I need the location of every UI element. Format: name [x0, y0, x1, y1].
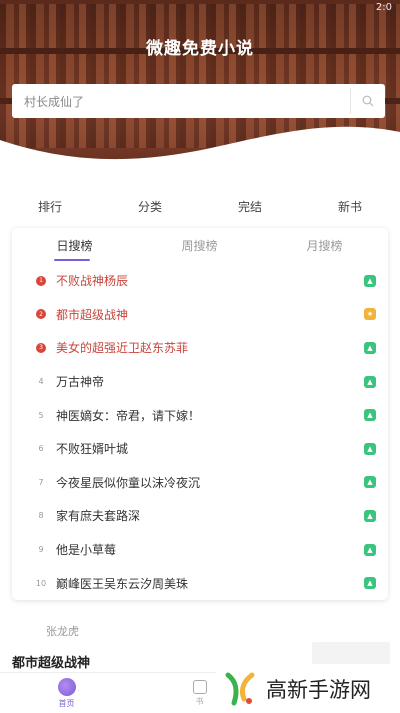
search-bar[interactable]: 村长成仙了: [12, 84, 385, 118]
book-cover-thumbnail[interactable]: [312, 642, 390, 664]
watermark-text: 高新手游网: [266, 677, 371, 702]
book-title: 家有庶夫套路深: [56, 509, 141, 524]
book-title: 神医嫡女：帝君，请下嫁！: [56, 408, 201, 423]
wave-divider: [0, 126, 400, 160]
tab-label: 日搜榜: [56, 238, 93, 253]
list-item[interactable]: 9 他是小草莓 ▲: [12, 533, 388, 567]
list-item[interactable]: 1 不败战神杨辰 ▲: [12, 264, 388, 298]
rank-number: 7: [38, 477, 44, 487]
tab-daily-search[interactable]: 日搜榜: [12, 237, 137, 261]
rank-number: 4: [38, 377, 44, 387]
book-title: 巅峰医王吴东云汐周美珠: [56, 576, 189, 591]
home-icon: [57, 677, 76, 696]
rank-number: 3: [36, 342, 46, 353]
book-title: 不败战神杨辰: [56, 274, 129, 289]
tab-monthly-search[interactable]: 月搜榜: [262, 237, 387, 254]
category-new-books[interactable]: 新书: [300, 198, 400, 215]
search-icon[interactable]: [351, 84, 385, 118]
trend-badge-icon: ▲: [364, 442, 376, 455]
list-item[interactable]: 10 巅峰医王吴东云汐周美珠 ▲: [12, 566, 388, 600]
tab-label: 月搜榜: [306, 238, 343, 253]
watermark-logo-icon: [225, 672, 255, 705]
status-bar-time: 2:0: [375, 2, 392, 13]
trend-badge-icon: ▲: [364, 341, 376, 354]
list-item[interactable]: 2 都市超级战神 ★: [12, 298, 388, 332]
book-title: 他是小草莓: [56, 543, 117, 558]
list-item[interactable]: 3 美女的超强近卫赵东苏菲 ▲: [12, 331, 388, 365]
tab-bookshelf-label: 书: [195, 696, 204, 706]
book-title: 今夜星辰似你童以沫冷夜沉: [56, 475, 201, 490]
rank-number: 2: [36, 309, 46, 320]
trend-badge-icon: ▲: [364, 375, 376, 388]
list-item[interactable]: 4 万古神帝 ▲: [12, 365, 388, 399]
trend-badge-icon: ▲: [364, 577, 376, 590]
book-title: 万古神帝: [56, 375, 105, 390]
ranking-tabs: 日搜榜 周搜榜 月搜榜: [12, 228, 388, 262]
active-tab-indicator: [54, 258, 90, 261]
category-completed[interactable]: 完结: [200, 198, 300, 215]
list-item[interactable]: 7 今夜星辰似你童以沫冷夜沉 ▲: [12, 466, 388, 500]
featured-author: 张龙虎: [46, 625, 79, 638]
ranking-list: 1 不败战神杨辰 ▲ 2 都市超级战神 ★ 3 美女的超强近卫赵东苏菲 ▲ 4 …: [12, 264, 388, 600]
trend-badge-icon: ▲: [364, 274, 376, 287]
rank-number: 10: [35, 578, 47, 588]
tab-home-label: 首页: [58, 698, 75, 708]
watermark: 高新手游网: [212, 664, 400, 713]
rank-number: 8: [38, 511, 44, 521]
trend-badge-icon: ★: [364, 308, 376, 321]
rank-number: 1: [36, 275, 46, 286]
tab-home[interactable]: 首页: [0, 673, 133, 713]
list-item[interactable]: 6 不败狂婿叶城 ▲: [12, 432, 388, 466]
rank-number: 9: [38, 545, 44, 555]
list-item[interactable]: 5 神医嫡女：帝君，请下嫁！ ▲: [12, 398, 388, 432]
featured-section-title[interactable]: 都市超级战神: [12, 652, 90, 671]
book-title: 都市超级战神: [56, 307, 129, 322]
book-title: 不败狂婿叶城: [56, 442, 129, 457]
book-title: 美女的超强近卫赵东苏菲: [56, 341, 189, 356]
trend-badge-icon: ▲: [364, 476, 376, 489]
tab-label: 周搜榜: [181, 238, 218, 253]
app-title: 微趣免费小说: [146, 39, 254, 59]
search-input[interactable]: 村长成仙了: [24, 93, 350, 110]
rank-number: 5: [38, 410, 44, 420]
header-banner: [0, 0, 400, 160]
category-classify[interactable]: 分类: [100, 198, 200, 215]
list-item[interactable]: 8 家有庶夫套路深 ▲: [12, 499, 388, 533]
ranking-card: 日搜榜 周搜榜 月搜榜 1 不败战神杨辰 ▲ 2 都市超级战神 ★ 3 美女的超…: [12, 228, 388, 600]
trend-badge-icon: ▲: [364, 509, 376, 522]
rank-number: 6: [38, 444, 44, 454]
trend-badge-icon: ▲: [364, 543, 376, 556]
category-nav: 排行 分类 完结 新书: [0, 198, 400, 215]
book-icon: [192, 679, 207, 694]
tab-weekly-search[interactable]: 周搜榜: [137, 237, 262, 254]
category-ranking[interactable]: 排行: [0, 198, 100, 215]
trend-badge-icon: ▲: [364, 409, 376, 422]
